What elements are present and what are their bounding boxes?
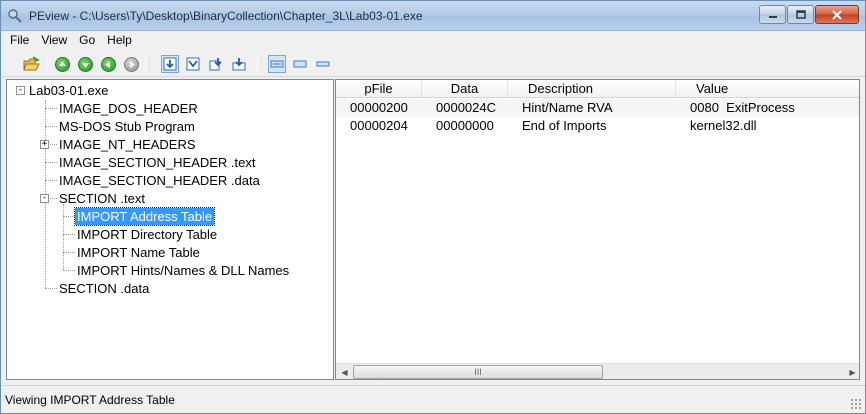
status-text: Viewing IMPORT Address Table [5,393,175,407]
tree-item-root[interactable]: Lab03-01.exe [27,82,111,99]
cell-pfile: 00000204 [350,118,408,133]
details-list[interactable]: pFile Data Description Value 00000200 00… [335,79,860,380]
peview-window: PEview - C:\Users\Ty\Desktop\BinaryColle… [0,0,866,414]
title-bar[interactable]: PEview - C:\Users\Ty\Desktop\BinaryColle… [1,1,865,31]
tree-connector [45,108,57,109]
scroll-right-arrow-icon[interactable]: ▶ [844,364,859,379]
status-bar: Viewing IMPORT Address Table [1,385,865,413]
details-view-icon[interactable] [268,55,286,73]
tree-connector [45,126,57,127]
cell-value: kernel32.dll [690,118,757,133]
tree-item-ms-dos-stub[interactable]: MS-DOS Stub Program [57,118,197,135]
menu-go[interactable]: Go [73,33,101,47]
tree-item-section-data[interactable]: SECTION .data [57,280,151,297]
minimize-button[interactable] [759,5,786,24]
qword-view-icon[interactable] [230,55,248,73]
word-view-icon[interactable] [184,55,202,73]
tree-expand-toggle[interactable]: + [40,140,49,149]
cell-data: 00000000 [436,118,494,133]
column-header-data[interactable]: Data [422,80,508,98]
tree-item-import-name-table[interactable]: IMPORT Name Table [75,244,202,261]
menu-help[interactable]: Help [101,33,138,47]
arrow-back-icon[interactable] [99,55,117,73]
window-title: PEview - C:\Users\Ty\Desktop\BinaryColle… [29,9,423,23]
tree-item-import-hints-names[interactable]: IMPORT Hints/Names & DLL Names [75,262,291,279]
open-folder-icon[interactable] [23,55,41,73]
cell-description: Hint/Name RVA [522,100,613,115]
column-header-pfile[interactable]: pFile [336,80,422,98]
tree-connector [45,288,57,289]
cell-data: 0000024C [436,100,496,115]
peview-app-icon [7,8,23,24]
tree-item-import-directory-table[interactable]: IMPORT Directory Table [75,226,219,243]
maximize-button[interactable] [787,5,814,24]
table-row[interactable]: 00000200 0000024C Hint/Name RVA 0080 Exi… [336,99,859,117]
list-header: pFile Data Description Value [336,80,859,98]
resize-grip-icon[interactable] [850,398,862,410]
caption-buttons [758,5,859,24]
cell-pfile: 00000200 [350,100,408,115]
tree-connector [63,252,75,253]
arrow-forward-icon[interactable] [122,55,140,73]
scroll-thumb[interactable]: III [353,365,603,379]
tree-item-section-header-text[interactable]: IMAGE_SECTION_HEADER .text [57,154,258,171]
tree-item-section-header-data[interactable]: IMAGE_SECTION_HEADER .data [57,172,262,189]
small-view-icon[interactable] [314,55,332,73]
arrow-up-icon[interactable] [53,55,71,73]
tree-collapse-toggle[interactable]: - [40,194,49,203]
tree-connector [63,234,75,235]
byte-view-icon[interactable] [161,55,179,73]
toolbar-separator [46,54,47,74]
tree-connector [63,270,75,271]
horizontal-scrollbar[interactable]: ◀ III ▶ [336,363,859,379]
tree-connector [50,144,57,145]
table-row[interactable]: 00000204 00000000 End of Imports kernel3… [336,117,859,135]
arrow-down-icon[interactable] [76,55,94,73]
tree-item-image-dos-header[interactable]: IMAGE_DOS_HEADER [57,100,200,117]
toolbar-separator [257,54,258,74]
tree-item-section-text[interactable]: SECTION .text [57,190,147,207]
column-header-value[interactable]: Value [676,80,859,98]
tree-item-import-address-table[interactable]: IMPORT Address Table [73,207,216,226]
toolbar-separator [145,54,146,74]
toolbar [1,49,865,77]
tree-connector [63,216,75,217]
menu-bar: File View Go Help [1,31,865,49]
tree-view[interactable]: - + - Lab03-01.exe IMAGE_DOS_HEADER MS-D… [6,79,334,380]
dword-view-icon[interactable] [207,55,225,73]
cell-value: 0080 ExitProcess [690,100,795,115]
cell-description: End of Imports [522,118,607,133]
tree-connector [50,198,57,199]
tree-connector [45,180,57,181]
tree-connector [45,162,57,163]
tree-item-image-nt-headers[interactable]: IMAGE_NT_HEADERS [57,136,198,153]
tree-connector [63,204,64,270]
close-button[interactable] [815,5,859,24]
list-view-icon[interactable] [291,55,309,73]
menu-view[interactable]: View [35,33,73,47]
tree-collapse-toggle[interactable]: - [16,86,25,95]
column-header-description[interactable]: Description [508,80,676,98]
scroll-left-arrow-icon[interactable]: ◀ [336,364,353,379]
menu-file[interactable]: File [4,33,35,47]
